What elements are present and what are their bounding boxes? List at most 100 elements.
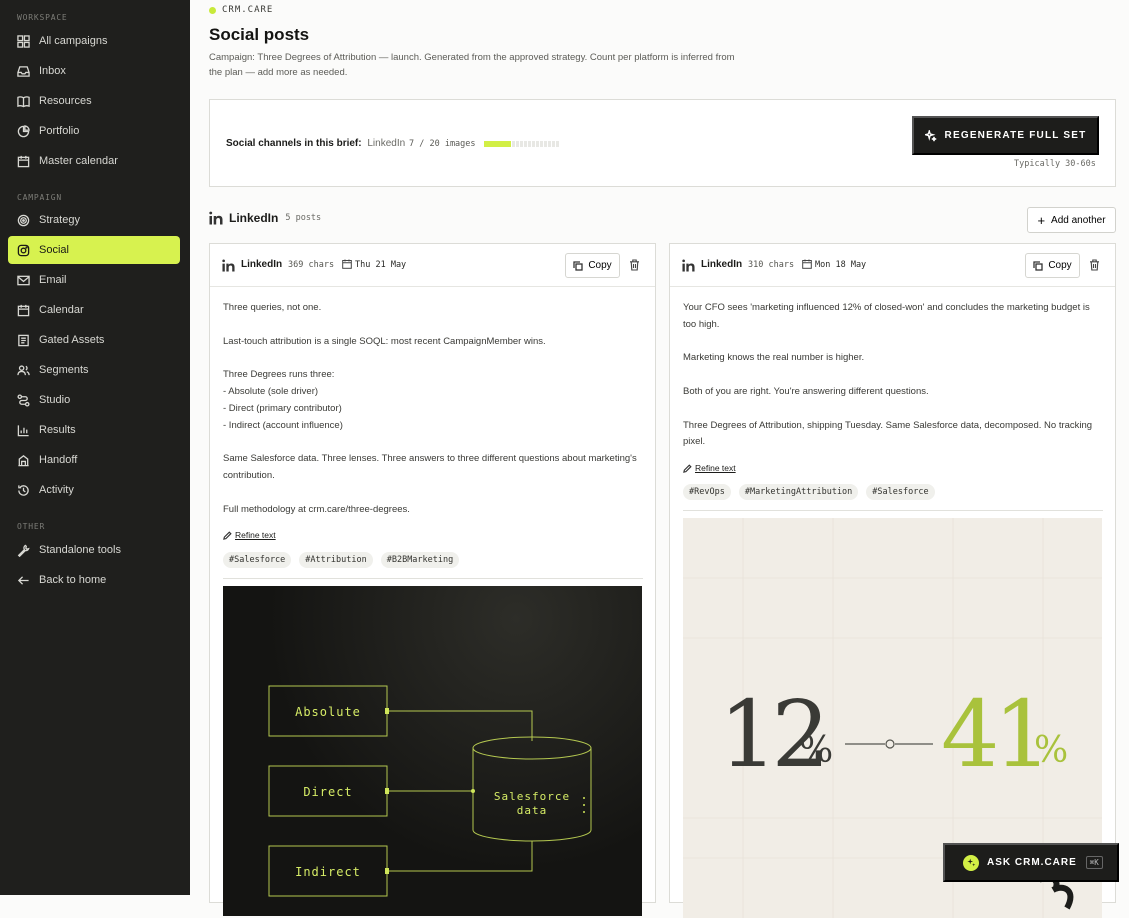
sidebar-item-strategy[interactable]: Strategy bbox=[8, 206, 180, 234]
copy-label: Copy bbox=[1048, 260, 1072, 271]
sidebar-item-back-to-home[interactable]: Back to home bbox=[8, 566, 180, 594]
section-label-workspace: WORKSPACE bbox=[17, 13, 68, 22]
linkedin-icon bbox=[209, 211, 223, 225]
images-progress-bar bbox=[484, 141, 560, 147]
hashtag[interactable]: #MarketingAttribution bbox=[738, 484, 859, 500]
platform-header: LinkedIn 5 posts bbox=[209, 211, 321, 225]
main-content: CRM.CARE Social posts Campaign: Three De… bbox=[190, 0, 1129, 918]
copy-icon bbox=[573, 260, 583, 271]
sidebar-item-standalone-tools[interactable]: Standalone tools bbox=[8, 536, 180, 564]
users-icon bbox=[17, 364, 30, 377]
trash-icon[interactable] bbox=[629, 259, 640, 271]
platform-post-count: 5 posts bbox=[285, 213, 322, 223]
post-paragraph: Last-touch attribution is a single SOQL:… bbox=[223, 335, 546, 347]
post-body: Three queries, not one. Last-touch attri… bbox=[223, 300, 643, 535]
post-date: Thu 21 May bbox=[355, 260, 407, 270]
document-icon bbox=[17, 334, 30, 347]
sidebar-item-label: Resources bbox=[39, 95, 92, 107]
sidebar-item-label: Segments bbox=[39, 364, 89, 376]
sidebar-item-label: Email bbox=[39, 274, 67, 286]
plus-icon: + bbox=[1037, 212, 1046, 228]
sparkle-icon bbox=[963, 854, 979, 871]
post-char-count: 369 chars bbox=[288, 260, 335, 270]
sidebar-item-studio[interactable]: Studio bbox=[8, 386, 180, 414]
divider bbox=[223, 578, 643, 579]
hashtag[interactable]: #RevOps bbox=[683, 484, 731, 500]
regenerate-full-set-button[interactable]: REGENERATE FULL SET bbox=[912, 116, 1099, 155]
sidebar-item-results[interactable]: Results bbox=[8, 416, 180, 444]
brand-dot-icon bbox=[209, 6, 216, 14]
post-paragraph: Three queries, not one. bbox=[223, 302, 322, 313]
diagram-box-direct: Direct bbox=[303, 785, 352, 799]
sidebar-item-social[interactable]: Social bbox=[8, 236, 180, 264]
post-platform: LinkedIn bbox=[241, 259, 283, 270]
hashtag[interactable]: #Salesforce bbox=[866, 484, 935, 500]
linkedin-icon bbox=[222, 259, 235, 272]
ask-label: ASK CRM.CARE bbox=[987, 857, 1077, 868]
sidebar-item-email[interactable]: Email bbox=[8, 266, 180, 294]
arrow-left-icon bbox=[17, 574, 30, 587]
calendar-icon bbox=[342, 259, 352, 269]
add-another-label: Add another bbox=[1051, 214, 1106, 226]
book-icon bbox=[17, 95, 30, 108]
linkedin-icon bbox=[682, 259, 695, 272]
sidebar-item-label: Results bbox=[39, 424, 76, 436]
sidebar-item-activity[interactable]: Activity bbox=[8, 476, 180, 504]
sidebar-item-label: Gated Assets bbox=[39, 334, 105, 346]
handoff-icon bbox=[17, 454, 30, 467]
sidebar-item-segments[interactable]: Segments bbox=[8, 356, 180, 384]
copy-icon bbox=[1033, 260, 1043, 271]
sparkle-icon bbox=[924, 129, 936, 141]
section-label-other: OTHER bbox=[17, 522, 46, 531]
hashtag[interactable]: #Attribution bbox=[299, 552, 373, 568]
bar-chart-icon bbox=[17, 424, 30, 437]
pencil-icon bbox=[223, 530, 232, 540]
add-another-button[interactable]: + Add another bbox=[1027, 207, 1116, 233]
instagram-icon bbox=[17, 244, 30, 257]
keyboard-shortcut: ⌘K bbox=[1085, 856, 1103, 869]
sidebar-item-label: Back to home bbox=[39, 574, 107, 586]
diagram-db-label: Salesforce bbox=[494, 790, 570, 803]
post-paragraph: Same Salesforce data. Three lenses. Thre… bbox=[223, 453, 637, 481]
copy-button[interactable]: Copy bbox=[565, 253, 620, 278]
sidebar-item-handoff[interactable]: Handoff bbox=[8, 446, 180, 474]
sidebar-item-master-calendar[interactable]: Master calendar bbox=[8, 147, 180, 175]
refine-text-label: Refine text bbox=[235, 530, 276, 540]
post-paragraph: Your CFO sees 'marketing influenced 12% … bbox=[683, 302, 1090, 330]
refine-text-link[interactable]: Refine text bbox=[683, 463, 736, 473]
sidebar-item-all-campaigns[interactable]: All campaigns bbox=[8, 27, 180, 55]
sidebar-item-label: Strategy bbox=[39, 214, 80, 226]
sidebar-item-label: All campaigns bbox=[39, 35, 108, 47]
post-card-header: LinkedIn 369 chars Thu 21 May Copy bbox=[210, 244, 655, 287]
post-char-count: 310 chars bbox=[748, 260, 795, 270]
sidebar-item-resources[interactable]: Resources bbox=[8, 87, 180, 115]
post-paragraph: Marketing knows the real number is highe… bbox=[683, 352, 865, 364]
images-progress-fill bbox=[484, 141, 511, 147]
brand-name: CRM.CARE bbox=[222, 5, 274, 15]
stat-left-percent: % bbox=[799, 730, 833, 771]
trash-icon[interactable] bbox=[1089, 259, 1100, 271]
hashtag[interactable]: #B2BMarketing bbox=[380, 552, 460, 568]
sidebar-item-portfolio[interactable]: Portfolio bbox=[8, 117, 180, 145]
post-image-diagram: Absolute Direct Indirect Salesforce data bbox=[223, 586, 642, 916]
ask-crm-care-button[interactable]: ASK CRM.CARE ⌘K bbox=[943, 843, 1119, 882]
brief-channels: Social channels in this brief: LinkedIn bbox=[226, 138, 405, 149]
sidebar-item-calendar[interactable]: Calendar bbox=[8, 296, 180, 324]
sidebar-item-gated-assets[interactable]: Gated Assets bbox=[8, 326, 180, 354]
pie-chart-icon bbox=[17, 124, 30, 138]
refine-text-link[interactable]: Refine text bbox=[223, 530, 276, 540]
brand: CRM.CARE bbox=[209, 5, 273, 15]
post-paragraph: Three Degrees runs three: - Absolute (so… bbox=[223, 369, 343, 431]
diagram-box-absolute: Absolute bbox=[295, 705, 361, 719]
post-body: Your CFO sees 'marketing influenced 12% … bbox=[683, 300, 1103, 468]
grid-icon bbox=[17, 34, 30, 48]
hashtag[interactable]: #Salesforce bbox=[223, 552, 292, 568]
sidebar-item-label: Studio bbox=[39, 394, 71, 406]
wrench-icon bbox=[17, 544, 30, 557]
sidebar-item-inbox[interactable]: Inbox bbox=[8, 57, 180, 85]
route-icon bbox=[17, 393, 30, 407]
platform-name: LinkedIn bbox=[229, 211, 279, 225]
copy-button[interactable]: Copy bbox=[1025, 253, 1080, 278]
regenerate-label: REGENERATE FULL SET bbox=[944, 130, 1087, 141]
images-count: 7 / 20 images bbox=[409, 139, 476, 149]
